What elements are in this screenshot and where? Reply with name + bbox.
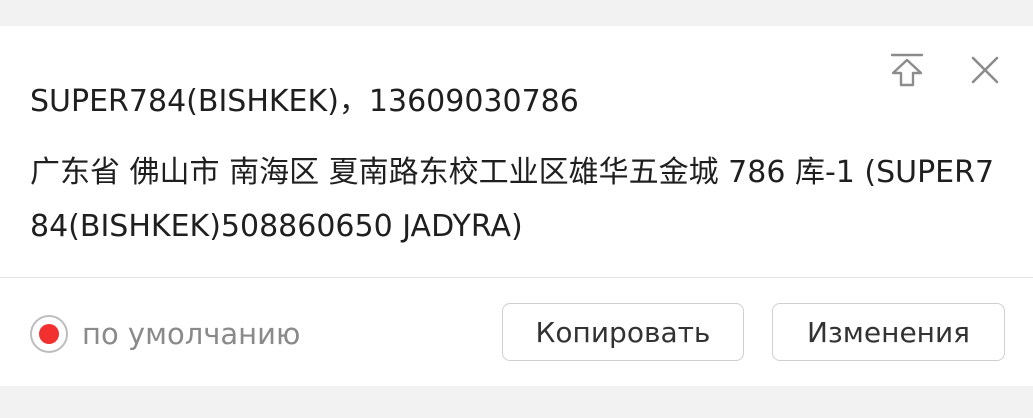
contact-name-phone: SUPER784(BISHKEK)，13609030786 [30, 84, 579, 119]
copy-button[interactable]: Копировать [502, 303, 744, 361]
card-actions [887, 50, 1005, 90]
edit-button[interactable]: Изменения [772, 303, 1005, 361]
close-button[interactable] [965, 50, 1005, 90]
pin-to-top-icon [890, 53, 924, 87]
radio-selected-dot [39, 324, 59, 344]
close-icon [971, 56, 999, 84]
pin-to-top-button[interactable] [887, 50, 927, 90]
address-text: 广东省 佛山市 南海区 夏南路东校工业区雄华五金城 786 库-1 (SUPER… [30, 155, 995, 244]
address-card: SUPER784(BISHKEK)，13609030786 广东省 佛山市 南海… [0, 26, 1033, 386]
default-label: по умолчанию [82, 317, 301, 351]
default-radio[interactable] [30, 315, 68, 353]
divider [0, 277, 1033, 278]
default-address-toggle[interactable]: по умолчанию [30, 315, 300, 353]
